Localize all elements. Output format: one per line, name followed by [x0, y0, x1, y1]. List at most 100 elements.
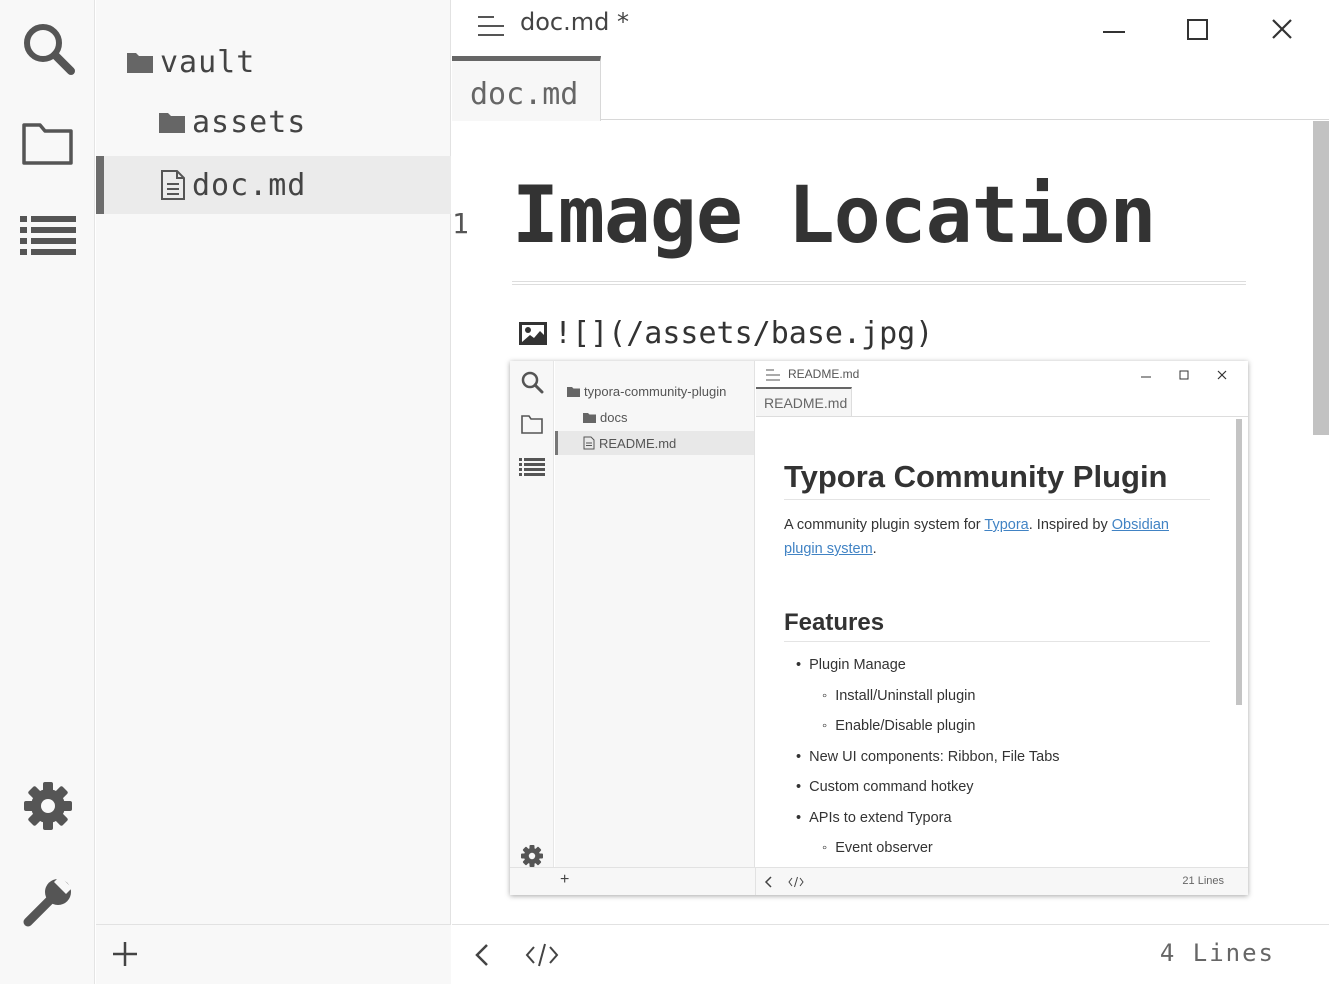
feature-item: • APIs to extend Typora — [796, 810, 952, 826]
embedded-tree-label: typora-community-plugin — [584, 383, 727, 399]
tab-doc-md[interactable]: doc.md — [452, 56, 601, 121]
feature-text: Custom command hotkey — [809, 779, 974, 795]
image-icon — [519, 322, 547, 345]
embedded-heading: Typora Community Plugin — [784, 459, 1168, 494]
embedded-outline-button — [519, 455, 545, 481]
features-heading: Features — [784, 609, 885, 636]
menu-lines-icon — [766, 369, 780, 381]
embedded-tree-item: docs — [583, 405, 627, 429]
code-icon — [525, 943, 559, 967]
source-mode-button[interactable] — [522, 937, 562, 973]
embedded-window-title: README.md — [788, 367, 860, 381]
feature-text: Plugin Manage — [809, 657, 906, 673]
features-heading-rule — [784, 641, 1210, 642]
maximize-icon — [1187, 19, 1208, 40]
settings-button[interactable] — [18, 776, 78, 836]
modified-indicator: * — [617, 8, 629, 36]
add-file-button[interactable] — [110, 939, 140, 969]
embedded-tree-label: docs — [600, 409, 628, 425]
folder-icon — [567, 386, 580, 397]
folder-icon — [521, 415, 543, 434]
minimize-icon — [1141, 376, 1151, 378]
embedded-tab: README.md — [756, 387, 852, 417]
close-icon — [1217, 370, 1227, 380]
tools-button[interactable] — [18, 872, 78, 932]
status-bar: 4 Lines — [452, 924, 1329, 984]
back-button[interactable] — [462, 937, 502, 973]
feature-subitem: ◦ Install/Uninstall plugin — [822, 688, 976, 704]
feature-item: • New UI components: Ribbon, File Tabs — [796, 749, 1060, 765]
editor-area[interactable]: 1 Image Location ![](/assets/base.jpg) t… — [452, 121, 1329, 924]
embedded-footer-divider — [755, 868, 756, 895]
embedded-scrollbar — [1236, 419, 1242, 705]
tree-item-label: assets — [192, 104, 307, 140]
embedded-add-label: + — [560, 871, 570, 888]
heading-underline — [512, 281, 1246, 285]
embedded-tree-item-active: README.md — [555, 431, 754, 455]
folder-icon — [159, 113, 185, 133]
document-icon — [583, 436, 595, 450]
embedded-ribbon — [510, 361, 554, 895]
wrench-icon — [23, 876, 72, 927]
gear-icon — [521, 845, 543, 867]
menu-button[interactable] — [476, 14, 506, 42]
search-icon — [24, 24, 75, 75]
search-button[interactable] — [18, 18, 78, 78]
tree-item-doc-md[interactable]: doc.md — [96, 156, 451, 214]
feature-subitem: ◦ Enable/Disable plugin — [822, 718, 976, 734]
line-count: 4 Lines — [1159, 939, 1275, 967]
plus-icon — [113, 942, 137, 966]
tree-item-label: doc.md — [192, 167, 307, 203]
main-pane: doc.md * doc.md 1 Image Location ![](/as… — [452, 0, 1329, 984]
embedded-footer: + 21 Lines — [510, 867, 1248, 895]
embedded-heading-rule — [784, 499, 1210, 500]
feature-text: Install/Uninstall plugin — [835, 688, 976, 704]
window-title-text: doc.md — [520, 8, 610, 36]
feature-item: • Custom command hotkey — [796, 779, 974, 795]
files-button[interactable] — [18, 112, 78, 172]
image-markdown-source[interactable]: ![](/assets/base.jpg) — [518, 313, 933, 353]
feature-text: New UI components: Ribbon, File Tabs — [809, 749, 1060, 765]
ribbon — [0, 0, 95, 984]
gear-icon — [24, 782, 72, 830]
tab-bar: doc.md — [452, 56, 1329, 121]
feature-text: APIs to extend Typora — [809, 810, 952, 826]
intro-suffix: . — [872, 541, 877, 557]
feature-item: • Plugin Manage — [796, 657, 906, 673]
menu-lines-icon — [478, 16, 504, 36]
close-button[interactable] — [1262, 10, 1302, 46]
embedded-tab-divider — [756, 416, 1248, 417]
vertical-scrollbar[interactable] — [1313, 121, 1329, 435]
document-heading: Image Location — [512, 171, 1156, 261]
embedded-image: typora-community-plugin docs README.md R… — [510, 361, 1248, 895]
embedded-intro-paragraph: A community plugin system for Typora. In… — [784, 513, 1204, 561]
folder-icon — [22, 123, 73, 165]
outline-list-icon — [20, 216, 76, 255]
intro-mid: . Inspired by — [1028, 517, 1112, 533]
image-markdown-text: ![](/assets/base.jpg) — [554, 315, 934, 351]
code-icon — [788, 876, 804, 888]
folder-icon — [583, 412, 596, 423]
embedded-files-button — [519, 411, 545, 437]
embedded-main: README.md README.md Typora Community Plu… — [756, 361, 1248, 895]
embedded-line-count: 21 Lines — [1182, 875, 1224, 887]
folder-icon — [127, 53, 153, 73]
minimize-button[interactable] — [1094, 10, 1134, 46]
sidebar-footer — [96, 924, 451, 984]
tree-item-vault[interactable]: vault — [126, 33, 255, 91]
tree-item-label: vault — [160, 44, 256, 80]
embedded-tree-label: README.md — [599, 435, 677, 451]
line-number: 1 — [452, 207, 469, 240]
maximize-icon — [1179, 370, 1189, 380]
feature-subitem: ◦ Event observer — [822, 840, 933, 856]
chevron-left-icon — [764, 876, 772, 888]
tree-item-assets[interactable]: assets — [158, 93, 306, 151]
maximize-button[interactable] — [1178, 10, 1218, 46]
document-icon — [161, 170, 185, 200]
title-bar: doc.md * — [452, 0, 1329, 56]
outline-button[interactable] — [18, 206, 78, 266]
file-tree-sidebar: vault assets doc.md — [96, 0, 451, 984]
embedded-search-button — [519, 369, 545, 395]
embedded-settings-button — [519, 843, 545, 869]
feature-text: Event observer — [835, 840, 933, 856]
